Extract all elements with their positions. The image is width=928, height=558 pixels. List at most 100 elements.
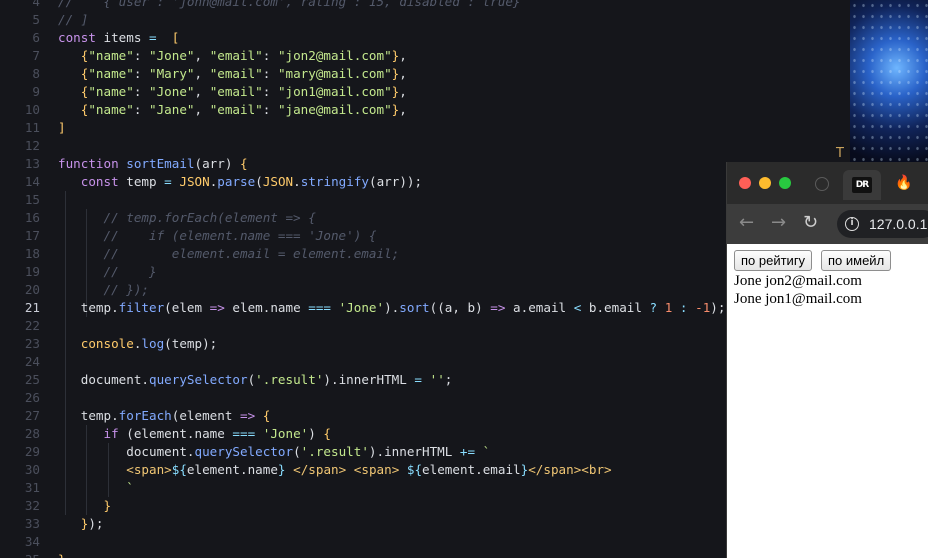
code-text[interactable]: ]	[58, 119, 66, 137]
code-editor[interactable]: 4 // { user : 'john@mail.com', rating : 1…	[0, 0, 850, 558]
code-line[interactable]: 30 <span>${element.name} </span> <span> …	[0, 461, 850, 479]
code-line[interactable]: 15	[0, 191, 850, 209]
line-number: 11	[24, 120, 40, 135]
line-number: 24	[24, 354, 40, 369]
line-number: 14	[24, 174, 40, 189]
flame-tab-icon[interactable]: 🔥	[895, 176, 912, 190]
code-text[interactable]: }	[58, 497, 112, 515]
code-text[interactable]: // temp.forEach(element => {	[58, 209, 316, 227]
code-text[interactable]: temp.filter(elem => elem.name === 'Jone'…	[58, 299, 726, 317]
code-text[interactable]: {"name": "Jone", "email": "jon1@mail.com…	[58, 83, 407, 101]
line-number: 34	[24, 534, 40, 549]
code-line[interactable]: 16 // temp.forEach(element => {	[0, 209, 850, 227]
code-line[interactable]: 7 {"name": "Jone", "email": "jon2@mail.c…	[0, 47, 850, 65]
code-text[interactable]: {"name": "Mary", "email": "mary@mail.com…	[58, 65, 407, 83]
reload-icon[interactable]: ↻	[803, 213, 818, 233]
code-line[interactable]: 11]	[0, 119, 850, 137]
code-line[interactable]: 10 {"name": "Jane", "email": "jane@mail.…	[0, 101, 850, 119]
line-number: 23	[24, 336, 40, 351]
code-text[interactable]: const items = [	[58, 29, 179, 47]
code-text[interactable]: document.querySelector('.result').innerH…	[58, 371, 453, 389]
code-line[interactable]: 32 }	[0, 497, 850, 515]
code-line[interactable]: 12	[0, 137, 850, 155]
line-number: 9	[32, 84, 40, 99]
line-number: 17	[24, 228, 40, 243]
tab-active[interactable]: DR	[843, 170, 881, 200]
code-line[interactable]: 19 // }	[0, 263, 850, 281]
code-text[interactable]: });	[58, 515, 104, 533]
code-text[interactable]: // if (element.name === 'Jone') {	[58, 227, 377, 245]
forward-arrow-icon[interactable]: →	[771, 213, 786, 233]
code-line[interactable]: 26	[0, 389, 850, 407]
code-line[interactable]: 8 {"name": "Mary", "email": "mary@mail.c…	[0, 65, 850, 83]
browser-titlebar[interactable]: DR 🔥	[727, 162, 928, 204]
code-line[interactable]: 24	[0, 353, 850, 371]
line-number: 8	[32, 66, 40, 81]
code-line[interactable]: 31 `	[0, 479, 850, 497]
code-line[interactable]: 4 // { user : 'john@mail.com', rating : 1…	[0, 0, 850, 11]
line-number: 33	[24, 516, 40, 531]
code-text[interactable]: if (element.name === 'Jone') {	[58, 425, 332, 443]
line-number: 32	[24, 498, 40, 513]
line-number: 21	[24, 300, 40, 315]
code-text[interactable]: temp.forEach(element => {	[58, 407, 271, 425]
sort-by-rating-button[interactable]: по рейтигу	[734, 250, 813, 271]
code-line[interactable]: 21 temp.filter(elem => elem.name === 'Jo…	[0, 299, 850, 317]
code-line[interactable]: 33 });	[0, 515, 850, 533]
code-text[interactable]: // { user : 'john@mail.com', rating : 15…	[58, 0, 521, 11]
code-line[interactable]: 9 {"name": "Jone", "email": "jon1@mail.c…	[0, 83, 850, 101]
code-text[interactable]: function sortEmail(arr) {	[58, 155, 248, 173]
close-window-button[interactable]	[739, 177, 751, 189]
code-line[interactable]: 6 const items = [	[0, 29, 850, 47]
code-line[interactable]: 23 console.log(temp);	[0, 335, 850, 353]
code-line[interactable]: 13 function sortEmail(arr) {	[0, 155, 850, 173]
globe-tab-icon[interactable]	[815, 177, 829, 191]
sort-by-email-button[interactable]: по имейл	[821, 250, 892, 271]
code-text[interactable]: // element.email = element.email;	[58, 245, 400, 263]
browser-toolbar: ← → ↻ i 127.0.0.1:	[727, 204, 928, 244]
code-line[interactable]: 29 document.querySelector('.result').inn…	[0, 443, 850, 461]
back-arrow-icon[interactable]: ←	[739, 213, 754, 233]
info-icon[interactable]: i	[845, 217, 859, 231]
line-number: 25	[24, 372, 40, 387]
minimize-window-button[interactable]	[759, 177, 771, 189]
line-number: 27	[24, 408, 40, 423]
code-text[interactable]: const temp = JSON.parse(JSON.stringify(a…	[58, 173, 422, 191]
code-line[interactable]: 28 if (element.name === 'Jone') {	[0, 425, 850, 443]
code-text[interactable]: // }	[58, 263, 157, 281]
code-text[interactable]: `	[58, 479, 134, 497]
line-number: 22	[24, 318, 40, 333]
line-number: 30	[24, 462, 40, 477]
code-line[interactable]: 20 // });	[0, 281, 850, 299]
code-line[interactable]: 35}	[0, 551, 850, 558]
code-line[interactable]: 25 document.querySelector('.result').inn…	[0, 371, 850, 389]
code-line[interactable]: 27 temp.forEach(element => {	[0, 407, 850, 425]
page-content: по рейтигу по имейл Jone jon2@mail.com J…	[727, 244, 928, 558]
code-text[interactable]: {"name": "Jone", "email": "jon2@mail.com…	[58, 47, 407, 65]
code-line[interactable]: 14 const temp = JSON.parse(JSON.stringif…	[0, 173, 850, 191]
line-number: 4	[32, 0, 40, 9]
line-number: 7	[32, 48, 40, 63]
line-number: 28	[24, 426, 40, 441]
line-number: 6	[32, 30, 40, 45]
code-text[interactable]: <span>${element.name} </span> <span> ${e…	[58, 461, 611, 479]
maximize-window-button[interactable]	[779, 177, 791, 189]
code-text[interactable]: // });	[58, 281, 150, 299]
code-line[interactable]: 17 // if (element.name === 'Jone') {	[0, 227, 850, 245]
line-number: 15	[24, 192, 40, 207]
code-text[interactable]: }	[58, 551, 66, 558]
code-text[interactable]: // ]	[58, 11, 88, 29]
url-text[interactable]: 127.0.0.1:	[869, 215, 928, 233]
code-text[interactable]: {"name": "Jane", "email": "jane@mail.com…	[58, 101, 407, 119]
result-item: Jone jon1@mail.com	[734, 291, 862, 307]
line-number: 18	[24, 246, 40, 261]
code-line[interactable]: 34	[0, 533, 850, 551]
code-text[interactable]: document.querySelector('.result').innerH…	[58, 443, 490, 461]
code-text[interactable]: console.log(temp);	[58, 335, 218, 353]
code-line[interactable]: 5 // ]	[0, 11, 850, 29]
dr-tab-icon: DR	[852, 177, 872, 193]
browser-window: DR 🔥 ← → ↻ i 127.0.0.1: по рейтигу по им…	[726, 162, 928, 558]
address-bar[interactable]: i 127.0.0.1:	[837, 210, 928, 238]
code-line[interactable]: 22	[0, 317, 850, 335]
code-line[interactable]: 18 // element.email = element.email;	[0, 245, 850, 263]
